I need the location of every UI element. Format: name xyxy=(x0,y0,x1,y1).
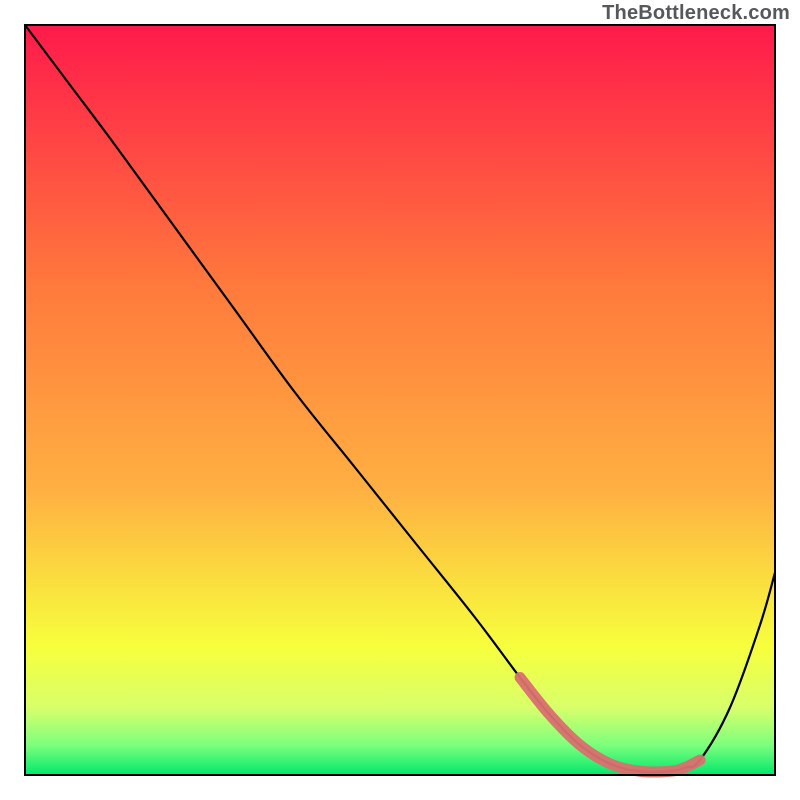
plot-gradient-area xyxy=(25,25,775,775)
watermark-text: TheBottleneck.com xyxy=(602,2,790,25)
bottleneck-chart xyxy=(0,0,800,800)
chart-container: TheBottleneck.com xyxy=(0,0,800,800)
